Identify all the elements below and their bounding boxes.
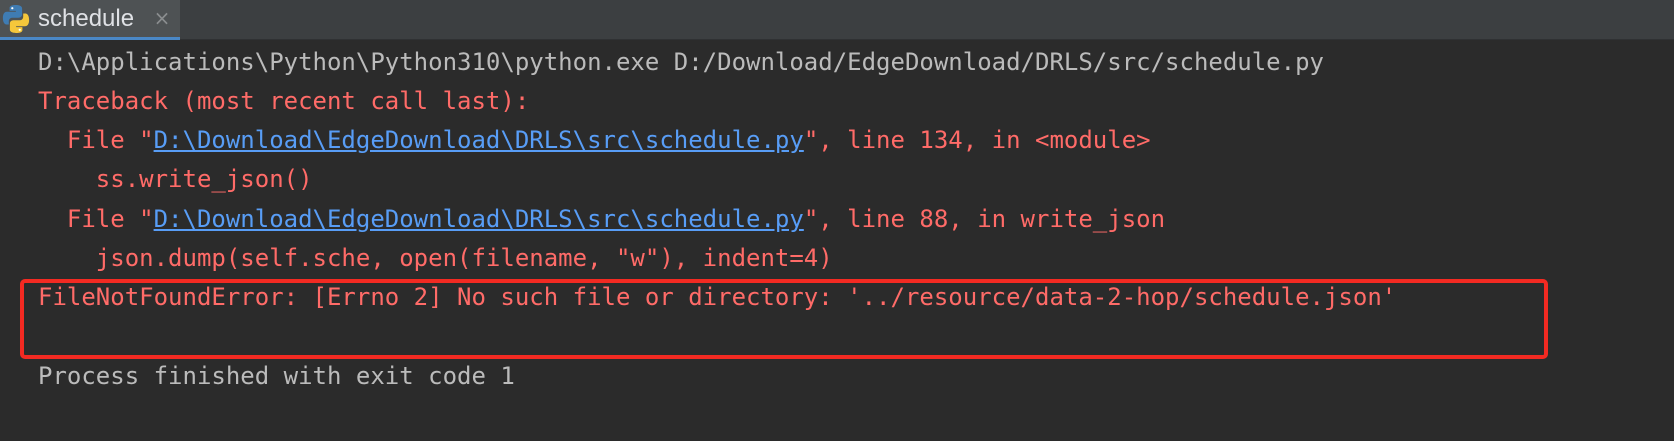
close-icon[interactable]: × bbox=[152, 8, 172, 28]
python-icon bbox=[2, 5, 30, 33]
traceback-frame-1: File "D:\Download\EdgeDownload\DRLS\src\… bbox=[38, 123, 1151, 157]
file-link[interactable]: D:\Download\EdgeDownload\DRLS\src\schedu… bbox=[154, 126, 804, 154]
traceback-frame-2: File "D:\Download\EdgeDownload\DRLS\src\… bbox=[38, 202, 1165, 236]
traceback-code-2: json.dump(self.sche, open(filename, "w")… bbox=[38, 244, 833, 272]
file-link[interactable]: D:\Download\EdgeDownload\DRLS\src\schedu… bbox=[154, 205, 804, 233]
tab-bar: schedule × bbox=[0, 0, 1674, 40]
traceback-code-1: ss.write_json() bbox=[38, 165, 313, 193]
tab-schedule[interactable]: schedule × bbox=[0, 0, 180, 40]
console-output[interactable]: D:\Applications\Python\Python310\python.… bbox=[0, 41, 1674, 441]
frame-suffix: ", line 134, in <module> bbox=[803, 126, 1151, 154]
run-window: schedule × D:\Applications\Python\Python… bbox=[0, 0, 1674, 441]
frame-suffix: ", line 88, in write_json bbox=[803, 205, 1166, 233]
traceback-header: Traceback (most recent call last): bbox=[38, 87, 530, 115]
tab-label: schedule bbox=[38, 5, 135, 32]
error-highlight-box bbox=[20, 279, 1548, 359]
exit-message: Process finished with exit code 1 bbox=[38, 362, 515, 390]
frame-prefix: File " bbox=[38, 126, 154, 154]
frame-prefix: File " bbox=[38, 205, 154, 233]
console-command-line: D:\Applications\Python\Python310\python.… bbox=[38, 48, 1324, 76]
